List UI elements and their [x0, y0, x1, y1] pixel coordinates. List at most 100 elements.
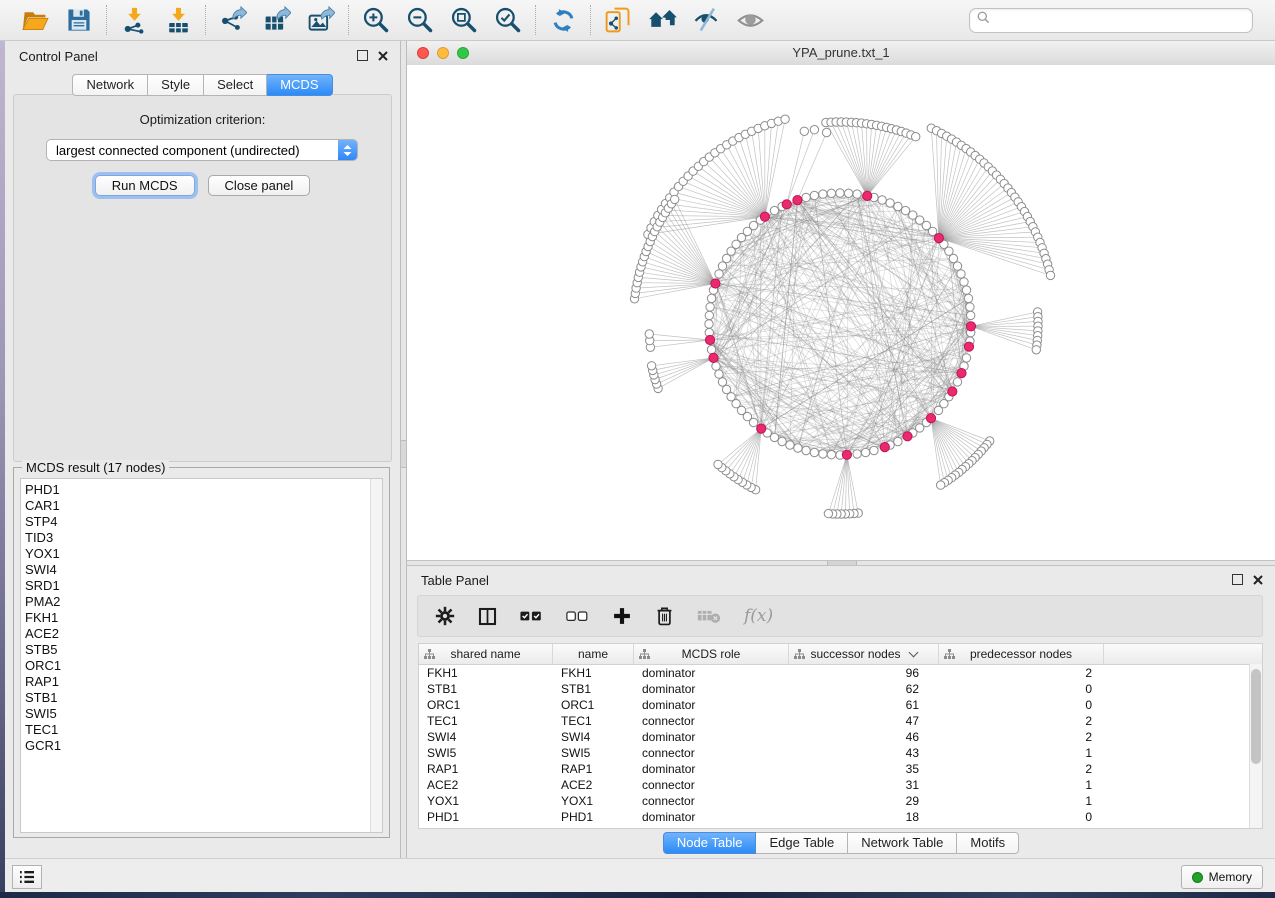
col-shared-name[interactable]: shared name: [419, 644, 553, 664]
show-columns-icon[interactable]: [478, 607, 497, 626]
zoom-in-icon[interactable]: [362, 6, 390, 34]
memory-label: Memory: [1209, 870, 1252, 884]
mcds-result-item: SWI5: [25, 706, 382, 722]
col-successor-nodes[interactable]: successor nodes: [789, 644, 939, 664]
mcds-result-item: RAP1: [25, 674, 382, 690]
run-mcds-button[interactable]: Run MCDS: [95, 175, 195, 196]
table-tab[interactable]: Node Table: [663, 832, 757, 854]
import-network-icon[interactable]: [120, 6, 148, 34]
mcds-result-item: PHD1: [25, 482, 382, 498]
table-row[interactable]: FKH1 FKH1 dominator 96 2: [419, 665, 1262, 681]
mcds-panel: Optimization criterion: largest connecte…: [13, 94, 392, 462]
tab-mcds[interactable]: MCDS: [267, 74, 332, 96]
select-all-columns-icon[interactable]: [520, 610, 543, 622]
refresh-icon[interactable]: [549, 6, 577, 34]
main-toolbar: [0, 0, 1275, 41]
table-options-gear-icon[interactable]: [435, 606, 455, 626]
tree-icon: [424, 649, 435, 663]
float-panel-icon[interactable]: [1232, 574, 1243, 585]
table-row[interactable]: STB1 STB1 dominator 62 0: [419, 681, 1262, 697]
mcds-result-scrollbar[interactable]: [370, 479, 382, 832]
refresh-group: [536, 6, 590, 34]
tab-network[interactable]: Network: [72, 74, 148, 96]
table-tab[interactable]: Network Table: [848, 832, 957, 854]
network-snapshot-icon[interactable]: [604, 6, 632, 34]
mcds-result-group: MCDS result (17 nodes) PHD1CAR1STP4TID3Y…: [13, 467, 390, 838]
float-panel-icon[interactable]: [357, 50, 368, 61]
zoom-fit-icon[interactable]: [450, 6, 478, 34]
unselect-all-columns-icon[interactable]: [566, 610, 589, 622]
col-predecessor-nodes[interactable]: predecessor nodes: [939, 644, 1104, 664]
mcds-result-item: TID3: [25, 530, 382, 546]
close-panel-icon[interactable]: [378, 51, 388, 61]
mcds-result-item: PMA2: [25, 594, 382, 610]
mcds-result-item: SWI4: [25, 562, 382, 578]
style-visibility-icon[interactable]: [692, 6, 720, 34]
mcds-result-item: TEC1: [25, 722, 382, 738]
home-networks-icon[interactable]: [648, 6, 676, 34]
table-row[interactable]: YOX1 YOX1 connector 29 1: [419, 793, 1262, 809]
mcds-result-item: CAR1: [25, 498, 382, 514]
table-row[interactable]: TEC1 TEC1 connector 47 2: [419, 713, 1262, 729]
table-row[interactable]: SWI5 SWI5 connector 43 1: [419, 745, 1262, 761]
open-folder-icon[interactable]: [21, 6, 49, 34]
col-name[interactable]: name: [553, 644, 634, 664]
control-panel-tabs: Network Style Select MCDS: [5, 74, 400, 96]
mcds-result-title: MCDS result (17 nodes): [22, 460, 169, 475]
table-row[interactable]: RAP1 RAP1 dominator 35 2: [419, 761, 1262, 777]
table-row[interactable]: ORC1 ORC1 dominator 61 0: [419, 697, 1262, 713]
import-group: [107, 6, 205, 34]
table-scrollbar[interactable]: [1249, 664, 1262, 828]
zoom-selected-icon[interactable]: [494, 6, 522, 34]
export-table-icon[interactable]: [263, 6, 291, 34]
vertical-splitter[interactable]: [400, 41, 407, 858]
file-group: [8, 6, 106, 34]
memory-button[interactable]: Memory: [1181, 865, 1263, 889]
import-table-icon[interactable]: [164, 6, 192, 34]
splitter-grip[interactable]: [401, 440, 406, 468]
col-mcds-role[interactable]: MCDS role: [634, 644, 789, 664]
app-window: Control Panel Network Style Select MCDS …: [0, 0, 1275, 898]
close-panel-button[interactable]: Close panel: [208, 175, 311, 196]
close-panel-icon[interactable]: [1253, 575, 1263, 585]
splitter-grip[interactable]: [827, 561, 857, 565]
memory-status-icon: [1192, 872, 1203, 883]
mcds-result-item: YOX1: [25, 546, 382, 562]
mcds-result-list: PHD1CAR1STP4TID3YOX1SWI4SRD1PMA2FKH1ACE2…: [20, 478, 383, 833]
task-history-button[interactable]: [12, 865, 42, 889]
table-row[interactable]: ACE2 ACE2 connector 31 1: [419, 777, 1262, 793]
mcds-result-item: GCR1: [25, 738, 382, 754]
network-view-canvas[interactable]: [407, 65, 1275, 560]
optimization-criterion-select[interactable]: largest connected component (undirected): [46, 139, 358, 161]
show-graphics-details-icon[interactable]: [736, 6, 764, 34]
mcds-result-item: STP4: [25, 514, 382, 530]
tab-style[interactable]: Style: [148, 74, 204, 96]
table-tabs: Node TableEdge TableNetwork TableMotifs: [407, 832, 1275, 854]
export-image-icon[interactable]: [307, 6, 335, 34]
status-bar: Memory: [5, 858, 1275, 893]
tree-icon: [944, 649, 955, 663]
table-row[interactable]: PHD1 PHD1 dominator 18 0: [419, 809, 1262, 825]
network-window-titlebar[interactable]: YPA_prune.txt_1: [407, 41, 1275, 66]
table-tab[interactable]: Motifs: [957, 832, 1019, 854]
table-panel: Table Panel f(x) shared name name M: [407, 566, 1275, 858]
table-row[interactable]: SWI4 SWI4 dominator 46 2: [419, 729, 1262, 745]
table-tab[interactable]: Edge Table: [756, 832, 848, 854]
table-panel-title: Table Panel: [421, 573, 489, 588]
search-field[interactable]: [969, 8, 1253, 33]
zoom-out-icon[interactable]: [406, 6, 434, 34]
search-input[interactable]: [995, 12, 1245, 28]
col-filler: [1104, 644, 1262, 664]
delete-column-trash-icon[interactable]: [655, 606, 674, 626]
table-body: FKH1 FKH1 dominator 96 2 STB1 STB1 domin…: [419, 665, 1262, 829]
save-icon[interactable]: [65, 6, 93, 34]
control-panel-title: Control Panel: [19, 49, 98, 64]
delete-table-icon: [697, 609, 721, 624]
mcds-result-item: SRD1: [25, 578, 382, 594]
view-group: [591, 6, 777, 34]
table-scrollbar-thumb[interactable]: [1251, 669, 1261, 764]
tab-select[interactable]: Select: [204, 74, 267, 96]
create-column-plus-icon[interactable]: [612, 606, 632, 626]
network-window-title: YPA_prune.txt_1: [407, 45, 1275, 60]
export-network-icon[interactable]: [219, 6, 247, 34]
